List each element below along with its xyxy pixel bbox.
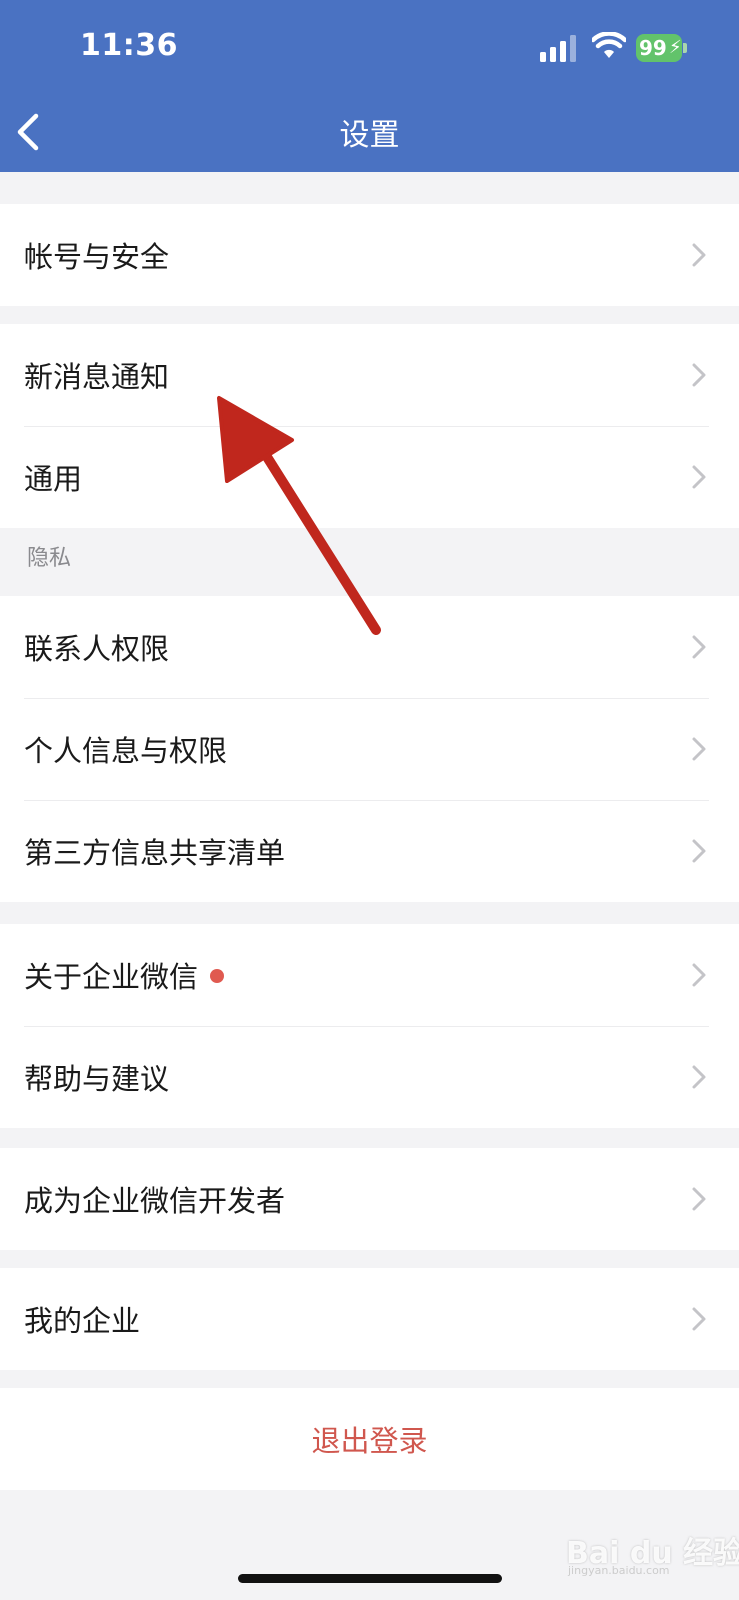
row-label: 新消息通知 <box>24 360 170 394</box>
logout-button[interactable]: 退出登录 <box>0 1388 739 1490</box>
settings-group-account: 帐号与安全 <box>0 204 739 306</box>
settings-row-new-message-notification[interactable]: 新消息通知 <box>0 324 739 426</box>
red-dot-badge <box>210 969 225 983</box>
row-label: 帐号与安全 <box>24 240 170 274</box>
chevron-right-icon <box>692 963 706 987</box>
settings-row-my-enterprise[interactable]: 我的企业 <box>0 1268 739 1370</box>
row-label: 个人信息与权限 <box>24 734 228 768</box>
row-label: 通用 <box>24 462 83 496</box>
chevron-right-icon <box>692 1187 706 1211</box>
settings-row-third-party-sharing[interactable]: 第三方信息共享清单 <box>0 800 739 902</box>
settings-row-help-feedback[interactable]: 帮助与建议 <box>0 1026 739 1128</box>
settings-row-about-wecom[interactable]: 关于企业微信 <box>0 924 739 1026</box>
row-label: 帮助与建议 <box>24 1062 170 1096</box>
row-label-text: 关于企业微信 <box>24 960 199 994</box>
chevron-right-icon <box>692 363 706 387</box>
chevron-right-icon <box>692 1307 706 1331</box>
nav-header: 11:36 99 ⚡ 设置 <box>0 0 739 172</box>
charging-bolt-icon: ⚡ <box>669 37 682 58</box>
settings-group-enterprise: 我的企业 <box>0 1268 739 1370</box>
page-title: 设置 <box>339 118 400 153</box>
chevron-right-icon <box>692 1065 706 1089</box>
settings-group-about: 关于企业微信 帮助与建议 <box>0 924 739 1128</box>
watermark-sub: jingyan.baidu.com <box>568 1564 670 1577</box>
logout-label: 退出登录 <box>311 1424 428 1458</box>
section-label-privacy: 隐私 <box>27 546 72 571</box>
chevron-right-icon <box>692 465 706 489</box>
settings-row-contact-permissions[interactable]: 联系人权限 <box>0 596 739 698</box>
wifi-icon <box>592 32 626 58</box>
settings-row-general[interactable]: 通用 <box>0 426 739 528</box>
settings-row-personal-info-permissions[interactable]: 个人信息与权限 <box>0 698 739 800</box>
settings-row-account-security[interactable]: 帐号与安全 <box>0 204 739 306</box>
settings-row-become-developer[interactable]: 成为企业微信开发者 <box>0 1148 739 1250</box>
row-label: 我的企业 <box>24 1304 141 1338</box>
row-label: 成为企业微信开发者 <box>24 1184 286 1218</box>
battery-indicator: 99 ⚡ <box>636 34 688 62</box>
battery-cap <box>683 43 687 53</box>
signal-icon <box>540 35 576 62</box>
chevron-right-icon <box>692 243 706 267</box>
settings-group-developer: 成为企业微信开发者 <box>0 1148 739 1250</box>
chevron-right-icon <box>692 635 706 659</box>
row-label: 关于企业微信 <box>24 954 225 996</box>
chevron-right-icon <box>692 737 706 761</box>
baidu-watermark: Bai du 经验 jingyan.baidu.com <box>566 1524 739 1582</box>
row-label: 第三方信息共享清单 <box>24 836 286 870</box>
home-indicator[interactable] <box>238 1574 502 1583</box>
row-label: 联系人权限 <box>24 632 170 666</box>
status-time: 11:36 <box>80 28 178 63</box>
settings-group-notifications: 新消息通知 通用 <box>0 324 739 528</box>
settings-group-privacy: 联系人权限 个人信息与权限 第三方信息共享清单 <box>0 596 739 902</box>
chevron-right-icon <box>692 839 706 863</box>
